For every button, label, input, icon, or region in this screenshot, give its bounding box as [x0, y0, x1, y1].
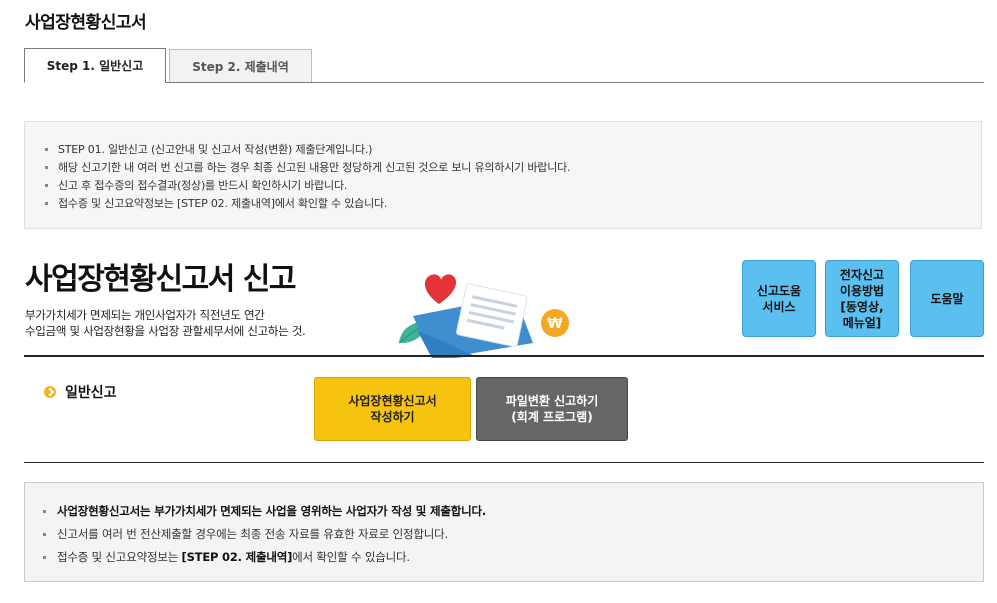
info-item: 접수증 및 신고요약정보는 [STEP 02. 제출내역]에서 확인할 수 있습…: [45, 195, 981, 213]
filing-help-service-button[interactable]: 신고도움 서비스: [742, 260, 816, 337]
file-convert-report-label: 파일변환 신고하기 (회계 프로그램): [505, 394, 599, 424]
efiling-guide-button[interactable]: 전자신고 이용방법 [동영상, 메뉴얼]: [825, 260, 899, 337]
chevron-right-icon: [44, 386, 56, 398]
notice-box: 사업장현황신고서는 부가가치세가 면제되는 사업을 영위하는 사업자가 작성 및…: [24, 482, 984, 582]
hero-description: 부가가치세가 면제되는 개인사업자가 직전년도 연간 수입금액 및 사업장현황을…: [25, 307, 306, 339]
hero-description-line: 부가가치세가 면제되는 개인사업자가 직전년도 연간: [25, 308, 265, 322]
envelope-illustration-icon: ₩: [398, 274, 569, 358]
notice-link-text: [STEP 02. 제출내역]: [181, 550, 293, 564]
help-label: 도움말: [930, 291, 964, 306]
help-button[interactable]: 도움말: [910, 260, 984, 337]
hero-title: 사업장현황신고서 신고: [25, 262, 296, 297]
efiling-guide-label: 전자신고 이용방법 [동영상, 메뉴얼]: [839, 267, 885, 330]
tab-bar: Step 1. 일반신고 Step 2. 제출내역: [24, 48, 984, 83]
divider: [24, 462, 984, 463]
info-box: STEP 01. 일반신고 (신고안내 및 신고서 작성(변환) 제출단계입니다…: [24, 121, 982, 229]
info-item: STEP 01. 일반신고 (신고안내 및 신고서 작성(변환) 제출단계입니다…: [45, 141, 981, 159]
heart-icon: [424, 274, 457, 304]
notice-item: 사업장현황신고서는 부가가치세가 면제되는 사업을 영위하는 사업자가 작성 및…: [43, 500, 983, 523]
info-item: 해당 신고기한 내 여러 번 신고를 하는 경우 최종 신고된 내용만 정당하게…: [45, 159, 981, 177]
section-label: 일반신고: [65, 385, 117, 401]
tab-step1-general[interactable]: Step 1. 일반신고: [24, 48, 166, 83]
write-report-button[interactable]: 사업장현황신고서 작성하기: [314, 377, 471, 441]
notice-item: 접수증 및 신고요약정보는 [STEP 02. 제출내역]에서 확인할 수 있습…: [43, 546, 983, 569]
notice-item: 신고서를 여러 번 전산제출할 경우에는 최종 전송 자료를 유효한 자료로 인…: [43, 523, 983, 546]
filing-help-service-label: 신고도움 서비스: [756, 283, 802, 314]
notice-text: 에서 확인할 수 있습니다.: [292, 550, 410, 564]
svg-text:₩: ₩: [547, 316, 563, 332]
file-convert-report-button[interactable]: 파일변환 신고하기 (회계 프로그램): [476, 377, 628, 441]
page-title: 사업장현황신고서: [25, 13, 147, 33]
info-item: 신고 후 접수증의 접수결과(정상)를 반드시 확인하시기 바랍니다.: [45, 177, 981, 195]
notice-text: 접수증 및 신고요약정보는: [57, 550, 182, 564]
hero-description-line: 수입금액 및 사업장현황을 사업장 관할세무서에 신고하는 것.: [25, 324, 306, 338]
write-report-label: 사업장현황신고서 작성하기: [348, 394, 437, 424]
section-general-filing: 일반신고: [44, 382, 117, 402]
divider: [24, 355, 984, 357]
tab-step2-history[interactable]: Step 2. 제출내역: [169, 49, 312, 82]
